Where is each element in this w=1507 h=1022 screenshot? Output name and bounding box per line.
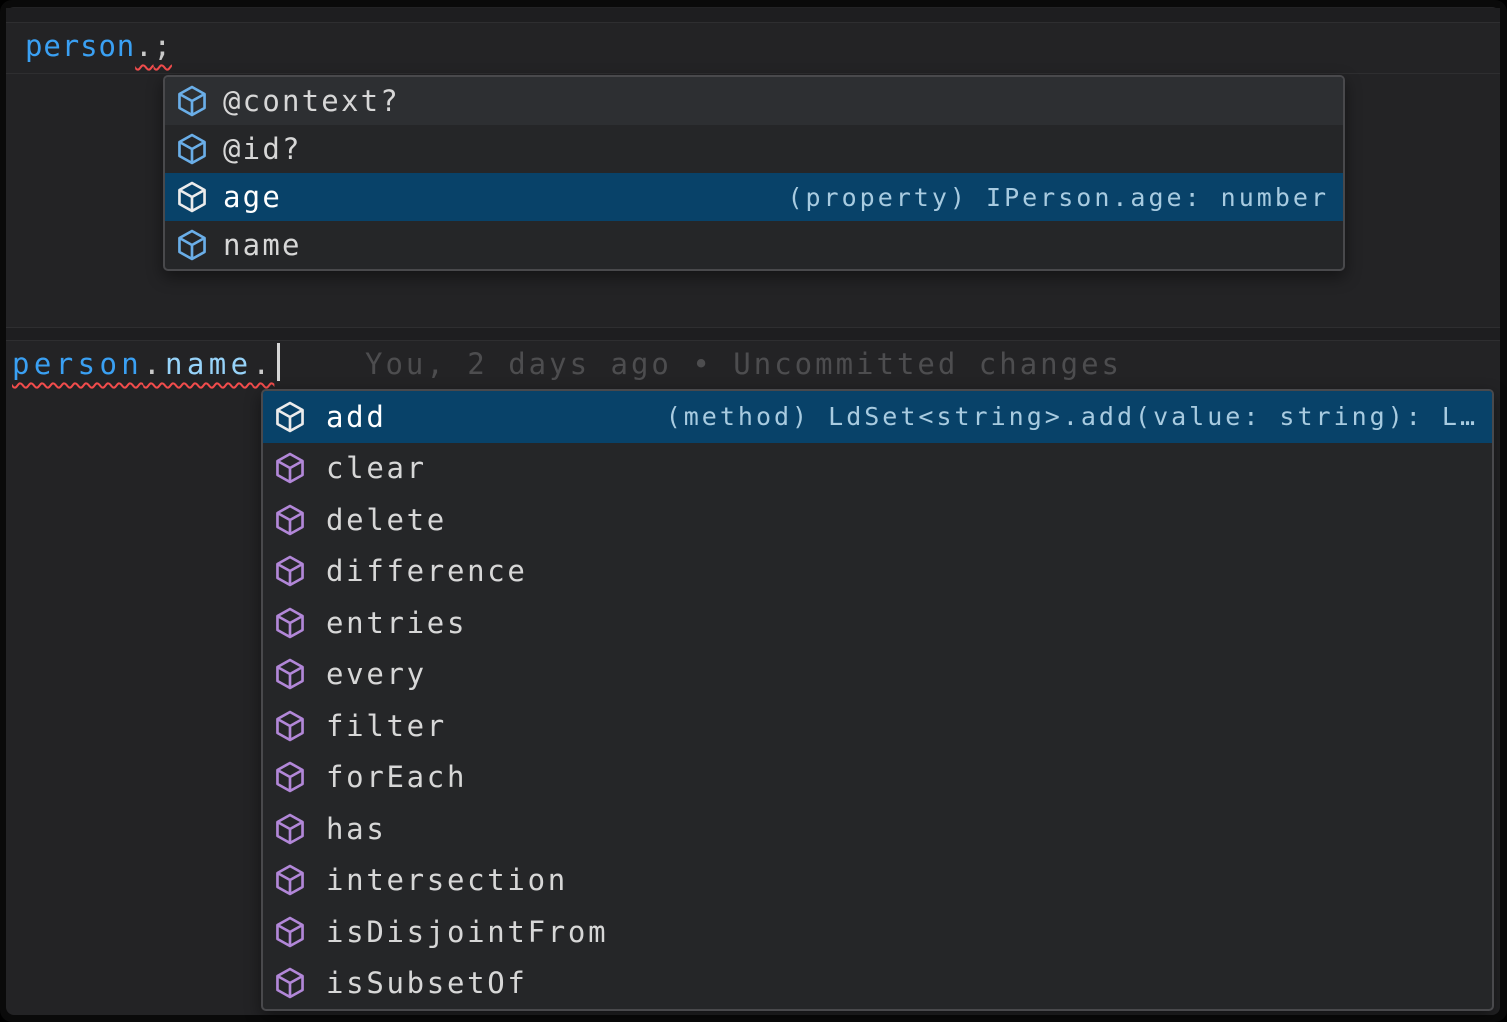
- token-person-1[interactable]: person: [25, 29, 135, 63]
- suggestion-item[interactable]: add (method) LdSet<string>.add(value: st…: [263, 391, 1492, 443]
- symbol-field-icon: [175, 180, 209, 214]
- suggestion-detail: (property) IPerson.age: number: [767, 183, 1329, 212]
- token-dot-2[interactable]: .: [143, 347, 165, 381]
- suggestion-item[interactable]: delete: [263, 494, 1492, 546]
- suggestion-item[interactable]: difference: [263, 546, 1492, 598]
- token-dot-3[interactable]: .: [253, 347, 275, 381]
- suggest-widget-top[interactable]: @context? @id? age (property) IPerson.ag…: [163, 75, 1345, 271]
- suggestion-label: @context?: [223, 84, 400, 118]
- suggest-widget-bottom[interactable]: add (method) LdSet<string>.add(value: st…: [261, 389, 1494, 1011]
- section-separator-line-2: [6, 340, 1500, 341]
- symbol-method-icon: [273, 503, 307, 537]
- suggestion-detail: (method) LdSet<string>.add(value: string…: [646, 402, 1478, 431]
- editor-top-band: [6, 8, 1500, 22]
- symbol-method-icon: [273, 915, 307, 949]
- suggestion-item[interactable]: filter: [263, 700, 1492, 752]
- token-name[interactable]: name: [165, 347, 252, 381]
- suggestion-item[interactable]: isSubsetOf: [263, 958, 1492, 1010]
- suggestion-label: forEach: [326, 760, 467, 794]
- suggestion-label: filter: [326, 709, 447, 743]
- suggestion-item[interactable]: clear: [263, 443, 1492, 495]
- suggestion-label: difference: [326, 554, 528, 588]
- suggestion-item[interactable]: isDisjointFrom: [263, 906, 1492, 958]
- symbol-method-icon: [273, 760, 307, 794]
- text-cursor: [277, 343, 280, 381]
- code-line-1[interactable]: person.;: [25, 24, 172, 68]
- symbol-field-icon: [175, 228, 209, 262]
- symbol-method-icon: [273, 606, 307, 640]
- suggestion-label: delete: [326, 503, 447, 537]
- symbol-method-icon: [273, 554, 307, 588]
- suggestion-item[interactable]: forEach: [263, 752, 1492, 804]
- token-dot-1[interactable]: .: [135, 29, 153, 63]
- suggestion-label: isSubsetOf: [326, 966, 528, 1000]
- suggestion-item[interactable]: entries: [263, 597, 1492, 649]
- suggestion-item[interactable]: name: [165, 221, 1343, 269]
- symbol-field-icon: [175, 84, 209, 118]
- suggestion-item[interactable]: every: [263, 649, 1492, 701]
- suggestion-label: age: [223, 180, 282, 214]
- suggestion-label: entries: [326, 606, 467, 640]
- suggestion-label: clear: [326, 451, 427, 485]
- suggestion-label: every: [326, 657, 427, 691]
- suggestion-label: intersection: [326, 863, 568, 897]
- suggestion-item[interactable]: @id?: [165, 125, 1343, 173]
- section-separator-band: [6, 328, 1500, 340]
- symbol-method-icon: [273, 812, 307, 846]
- suggestion-item[interactable]: intersection: [263, 855, 1492, 907]
- symbol-field-icon: [175, 132, 209, 166]
- code-line-2[interactable]: person.name.: [12, 342, 280, 386]
- suggestion-item[interactable]: @context?: [165, 77, 1343, 125]
- suggestion-label: name: [223, 228, 302, 262]
- window-frame: person.; @context? @id? age (property) I…: [0, 0, 1507, 1022]
- git-blame-annotation: You, 2 days ago • Uncommitted changes: [365, 342, 1122, 386]
- top-divider: [6, 22, 1500, 23]
- symbol-method-icon: [273, 966, 307, 1000]
- suggestion-label: isDisjointFrom: [326, 915, 608, 949]
- current-line-divider: [6, 73, 1500, 74]
- symbol-method-icon: [273, 400, 307, 434]
- symbol-method-icon: [273, 863, 307, 897]
- suggestion-item[interactable]: age (property) IPerson.age: number: [165, 173, 1343, 221]
- suggestion-item[interactable]: has: [263, 803, 1492, 855]
- symbol-method-icon: [273, 709, 307, 743]
- suggestion-label: add: [326, 400, 386, 434]
- symbol-method-icon: [273, 657, 307, 691]
- suggestion-label: has: [326, 812, 386, 846]
- suggestion-label: @id?: [223, 132, 302, 166]
- token-semicolon[interactable]: ;: [154, 29, 172, 63]
- token-person-2[interactable]: person: [12, 347, 143, 381]
- symbol-method-icon: [273, 451, 307, 485]
